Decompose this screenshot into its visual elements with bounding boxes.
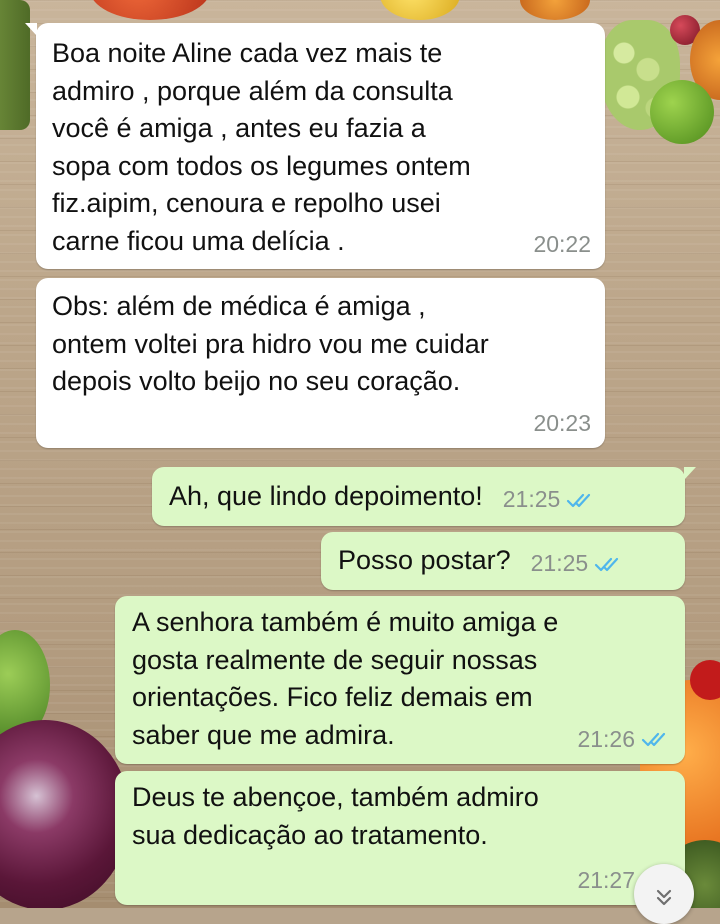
message-time: 21:25: [530, 550, 589, 577]
message-meta: 20:22: [533, 226, 591, 264]
message-bubble-outgoing[interactable]: Deus te abençoe, também admiro sua dedic…: [115, 771, 685, 905]
message-bubble-outgoing[interactable]: Ah, que lindo depoimento! 21:25: [152, 467, 696, 526]
lime-decoration: [650, 80, 714, 144]
double-check-icon: [567, 493, 591, 507]
message-meta: 21:25: [503, 481, 597, 519]
message-time: 20:22: [533, 230, 591, 257]
message-text: Ah, que lindo depoimento!: [169, 480, 483, 511]
message-bubble-outgoing[interactable]: Posso postar? 21:25: [321, 532, 685, 590]
message-bubble-outgoing[interactable]: A senhora também é muito amiga e gosta r…: [115, 596, 685, 764]
message-text: Deus te abençoe, também admiro sua dedic…: [132, 782, 539, 850]
double-check-icon: [595, 557, 619, 572]
message-meta: 20:23: [533, 405, 591, 443]
message-bubble-incoming[interactable]: Obs: além de médica é amiga , ontem volt…: [36, 278, 605, 448]
scroll-to-bottom-button[interactable]: [634, 864, 694, 924]
message-time: 21:26: [577, 725, 635, 752]
message-text: Posso postar?: [338, 545, 511, 576]
chevron-double-down-icon: [656, 889, 672, 906]
message-time: 20:23: [533, 409, 591, 436]
message-bubble-incoming[interactable]: Boa noite Aline cada vez mais te admiro …: [25, 23, 605, 269]
double-check-icon: [641, 733, 666, 747]
asparagus-decoration: [0, 0, 30, 130]
message-time: 21:25: [502, 485, 561, 512]
message-time: 21:27: [577, 866, 635, 893]
message-meta: 21:26: [577, 721, 671, 759]
message-text: Boa noite Aline cada vez mais te admiro …: [52, 38, 471, 256]
message-text: Obs: além de médica é amiga , ontem volt…: [52, 291, 489, 396]
message-meta: 21:25: [531, 545, 625, 583]
